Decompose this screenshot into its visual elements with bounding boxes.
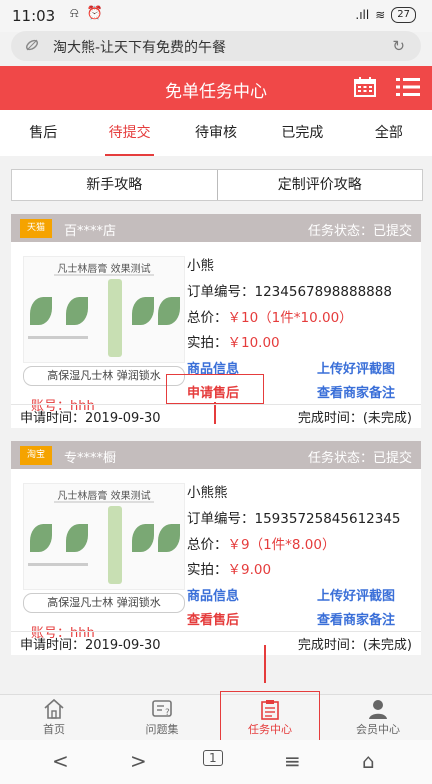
order-number: 订单编号：15935725845612345 [187,511,401,527]
signal-icon: .ıll [355,8,370,22]
nav-task-center[interactable]: 任务中心 [216,691,324,741]
guide-buttons: 新手攻略 定制评价攻略 [11,169,423,201]
apply-time: 申请时间：2019-09-30 [20,411,161,426]
upload-review-link[interactable]: 上传好评截图 [317,358,395,377]
menu-icon[interactable]: ≡ [284,749,301,773]
highlight-box [166,374,264,404]
page-title: 淘大熊-让天下有免费的午餐 [53,40,227,56]
address-bar[interactable]: 淘大熊-让天下有免费的午餐 ↻ [11,31,421,61]
nav-member-center[interactable]: 会员中心 [324,695,432,741]
calendar-icon[interactable] [354,77,376,97]
wifi-icon: ≋ [375,8,386,22]
product-image-title: 凡士林唇膏 效果测试 [57,491,151,502]
merchant-note-link[interactable]: 查看商家备注 [317,609,395,628]
apply-time: 申请时间：2019-09-30 [20,638,161,653]
arrow-indicator [264,645,266,683]
arrow-indicator [214,402,216,424]
task-state: 任务状态：已提交 [307,451,412,466]
card-header: 天猫 百****店 任务状态：已提交 [11,214,421,242]
battery-icon: 27 [391,7,416,23]
status-tabs: 售后 待提交 待审核 已完成 全部 [0,110,432,156]
clock: 11:03 [12,7,56,25]
product-image[interactable]: 凡士林唇膏 效果测试 [23,483,185,590]
user-icon [369,700,387,719]
buyer-name: 小熊熊 [187,485,228,501]
bottom-nav: 首页 ? 问题集 任务中心 会员中心 [0,691,432,741]
tabs-count-icon[interactable]: 1 [203,750,223,766]
home-icon [44,698,64,719]
nav-label: 问题集 [145,723,179,736]
nav-home[interactable]: 首页 [0,695,108,741]
nav-label: 首页 [43,723,65,736]
nav-label: 会员中心 [356,723,400,736]
product-caption: 高保湿凡士林 弹润锁水 [23,366,185,386]
tab-after-sale[interactable]: 售后 [0,110,86,156]
list-menu-icon[interactable] [396,78,420,96]
store-name: 百****店 [64,224,117,239]
task-state: 任务状态：已提交 [307,224,412,239]
faq-icon: ? [152,700,172,718]
alarm-icon: ⍾ ⏰ [70,6,105,21]
product-info-link[interactable]: 商品信息 [187,585,239,604]
actual-price: 实拍：￥9.00 [187,562,272,578]
finish-time: 完成时间：(未完成) [297,638,412,653]
order-number: 订单编号：1234567898888888 [187,284,392,300]
card-header: 淘宝 专****橱 任务状态：已提交 [11,441,421,469]
highlight-box [220,691,320,741]
total-price: 总价：￥10（1件*10.00） [187,310,353,326]
view-after-sale-link[interactable]: 查看售后 [187,609,239,628]
merchant-note-link[interactable]: 查看商家备注 [317,382,395,401]
actual-price: 实拍：￥10.00 [187,335,280,351]
home-button-icon[interactable]: ⌂ [362,749,375,773]
tab-all[interactable]: 全部 [346,110,432,156]
status-bar: 11:03 ⍾ ⏰ .ıll ≋ 27 [0,0,432,32]
app-header: 免单任务中心 [0,66,432,110]
custom-review-guide-button[interactable]: 定制评价攻略 [218,170,423,200]
total-price: 总价：￥9（1件*8.00） [187,537,336,553]
newbie-guide-button[interactable]: 新手攻略 [12,170,218,200]
back-icon[interactable]: < [52,749,69,773]
finish-time: 完成时间：(未完成) [297,411,412,426]
leaf-icon [25,39,39,51]
forward-icon[interactable]: > [130,749,147,773]
tab-pending-review[interactable]: 待审核 [173,110,259,156]
svg-text:?: ? [165,708,170,718]
upload-review-link[interactable]: 上传好评截图 [317,585,395,604]
system-nav-bar: < > 1 ≡ ⌂ [0,740,432,784]
product-image-title: 凡士林唇膏 效果测试 [57,264,151,275]
product-image[interactable]: 凡士林唇膏 效果测试 [23,256,185,363]
store-name: 专****橱 [64,451,117,466]
product-caption: 高保湿凡士林 弹润锁水 [23,593,185,613]
tab-pending-submit[interactable]: 待提交 [86,110,172,156]
platform-tag: 淘宝 [20,446,52,465]
tab-completed[interactable]: 已完成 [259,110,345,156]
buyer-name: 小熊 [187,258,214,274]
reload-icon[interactable]: ↻ [392,37,405,55]
task-card: 天猫 百****店 任务状态：已提交 凡士林唇膏 效果测试 高保湿凡士林 弹润锁… [11,214,421,428]
platform-tag: 天猫 [20,219,52,238]
nav-faq[interactable]: ? 问题集 [108,695,216,741]
task-card: 淘宝 专****橱 任务状态：已提交 凡士林唇膏 效果测试 高保湿凡士林 弹润锁… [11,441,421,655]
